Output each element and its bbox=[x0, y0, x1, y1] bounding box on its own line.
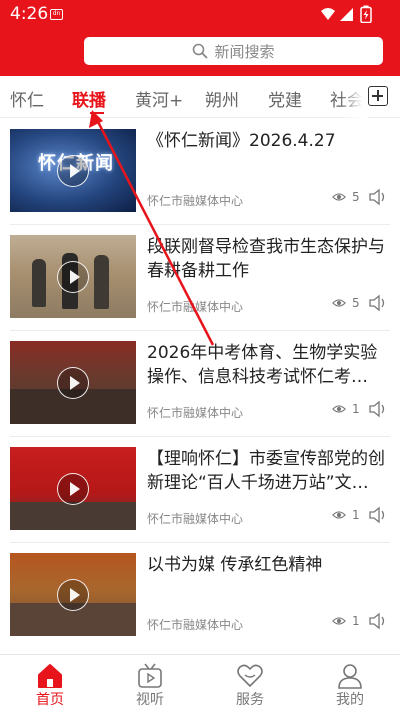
view-count: 1 bbox=[332, 508, 360, 522]
speaker-icon[interactable] bbox=[367, 399, 387, 419]
news-source: 怀仁市融媒体中心 bbox=[147, 618, 244, 632]
news-title: 以书为媒 传承红色精神 bbox=[147, 555, 323, 575]
news-source: 怀仁市融媒体中心 bbox=[147, 194, 244, 208]
tab-huairen[interactable]: 怀仁 bbox=[10, 86, 44, 111]
status-bar: 4:26 dn bbox=[0, 0, 400, 30]
list-item[interactable]: 以书为媒 传承红色精神 怀仁市融媒体中心 1 bbox=[0, 553, 400, 659]
play-icon bbox=[57, 473, 89, 505]
news-source: 怀仁市融媒体中心 bbox=[147, 406, 244, 420]
tv-icon bbox=[138, 663, 162, 688]
eye-icon bbox=[332, 193, 346, 201]
view-count-value: 5 bbox=[352, 190, 360, 204]
video-thumbnail bbox=[10, 447, 136, 530]
speaker-icon[interactable] bbox=[367, 293, 387, 313]
list-item[interactable]: 【理响怀仁】市委宣传部党的创新理论“百人千场进万站”文… 怀仁市融媒体中心 1 bbox=[0, 447, 400, 553]
news-title: 段联刚督导检查我市生态保护与春耕备耕工作 bbox=[147, 237, 385, 281]
eye-icon bbox=[332, 511, 346, 519]
list-item[interactable]: 怀仁新闻 《怀仁新闻》2026.4.27 怀仁市融媒体中心 5 bbox=[0, 129, 400, 235]
nav-label: 首页 bbox=[36, 692, 64, 708]
view-count-value: 1 bbox=[352, 402, 360, 416]
view-count-value: 1 bbox=[352, 508, 360, 522]
status-time: 4:26 bbox=[10, 4, 49, 24]
view-count-value: 1 bbox=[352, 614, 360, 628]
nav-media[interactable]: 视听 bbox=[120, 655, 180, 711]
add-channel-button[interactable] bbox=[368, 86, 388, 106]
video-thumbnail bbox=[10, 235, 136, 318]
app-notification-icon: dn bbox=[50, 9, 63, 20]
channel-tabs: 怀仁 联播 黄河+ 朔州 党建 社会 bbox=[0, 76, 400, 118]
view-count: 5 bbox=[332, 190, 360, 204]
signal-icon bbox=[340, 8, 353, 21]
nav-mine[interactable]: 我的 bbox=[320, 655, 380, 711]
nav-label: 服务 bbox=[236, 692, 264, 708]
play-icon bbox=[57, 261, 89, 293]
news-title: 《怀仁新闻》2026.4.27 bbox=[147, 131, 336, 151]
divider bbox=[10, 224, 390, 225]
tab-dangjian[interactable]: 党建 bbox=[268, 86, 302, 111]
nav-home[interactable]: 首页 bbox=[20, 655, 80, 711]
nav-service[interactable]: 服务 bbox=[220, 655, 280, 711]
tab-fade bbox=[340, 76, 368, 118]
wifi-icon bbox=[321, 8, 335, 20]
view-count-value: 5 bbox=[352, 296, 360, 310]
play-icon bbox=[57, 155, 89, 187]
tab-shuozhou[interactable]: 朔州 bbox=[205, 86, 239, 111]
active-tab-indicator bbox=[90, 112, 104, 114]
divider bbox=[10, 436, 390, 437]
speaker-icon[interactable] bbox=[367, 505, 387, 525]
nav-label: 视听 bbox=[136, 692, 164, 708]
view-count: 1 bbox=[332, 402, 360, 416]
tab-lianbo[interactable]: 联播 bbox=[72, 86, 106, 111]
video-thumbnail bbox=[10, 341, 136, 424]
search-icon bbox=[193, 43, 208, 59]
speaker-icon[interactable] bbox=[367, 611, 387, 631]
eye-icon bbox=[332, 299, 346, 307]
battery-icon bbox=[360, 5, 372, 23]
view-count: 5 bbox=[332, 296, 360, 310]
divider bbox=[10, 542, 390, 543]
news-title: 2026年中考体育、生物学实验操作、信息科技考试怀仁考… bbox=[147, 343, 378, 387]
app-header: 4:26 dn 新闻搜索 bbox=[0, 0, 400, 76]
user-icon bbox=[338, 664, 362, 689]
video-thumbnail bbox=[10, 553, 136, 636]
home-icon bbox=[38, 664, 62, 688]
eye-icon bbox=[332, 405, 346, 413]
news-source: 怀仁市融媒体中心 bbox=[147, 512, 244, 526]
video-thumbnail: 怀仁新闻 bbox=[10, 129, 136, 212]
heart-icon bbox=[237, 664, 263, 687]
play-icon bbox=[57, 367, 89, 399]
search-input[interactable]: 新闻搜索 bbox=[84, 37, 383, 65]
divider bbox=[10, 330, 390, 331]
list-item[interactable]: 2026年中考体育、生物学实验操作、信息科技考试怀仁考… 怀仁市融媒体中心 1 bbox=[0, 341, 400, 447]
nav-label: 我的 bbox=[336, 692, 364, 708]
news-title: 【理响怀仁】市委宣传部党的创新理论“百人千场进万站”文… bbox=[147, 449, 385, 493]
bottom-nav: 首页 视听 服务 我的 bbox=[0, 654, 400, 711]
view-count: 1 bbox=[332, 614, 360, 628]
list-item[interactable]: 段联刚督导检查我市生态保护与春耕备耕工作 怀仁市融媒体中心 5 bbox=[0, 235, 400, 341]
speaker-icon[interactable] bbox=[367, 187, 387, 207]
play-icon bbox=[57, 579, 89, 611]
tab-huanghe[interactable]: 黄河+ bbox=[135, 86, 183, 111]
news-source: 怀仁市融媒体中心 bbox=[147, 300, 244, 314]
search-placeholder: 新闻搜索 bbox=[214, 42, 275, 61]
eye-icon bbox=[332, 617, 346, 625]
